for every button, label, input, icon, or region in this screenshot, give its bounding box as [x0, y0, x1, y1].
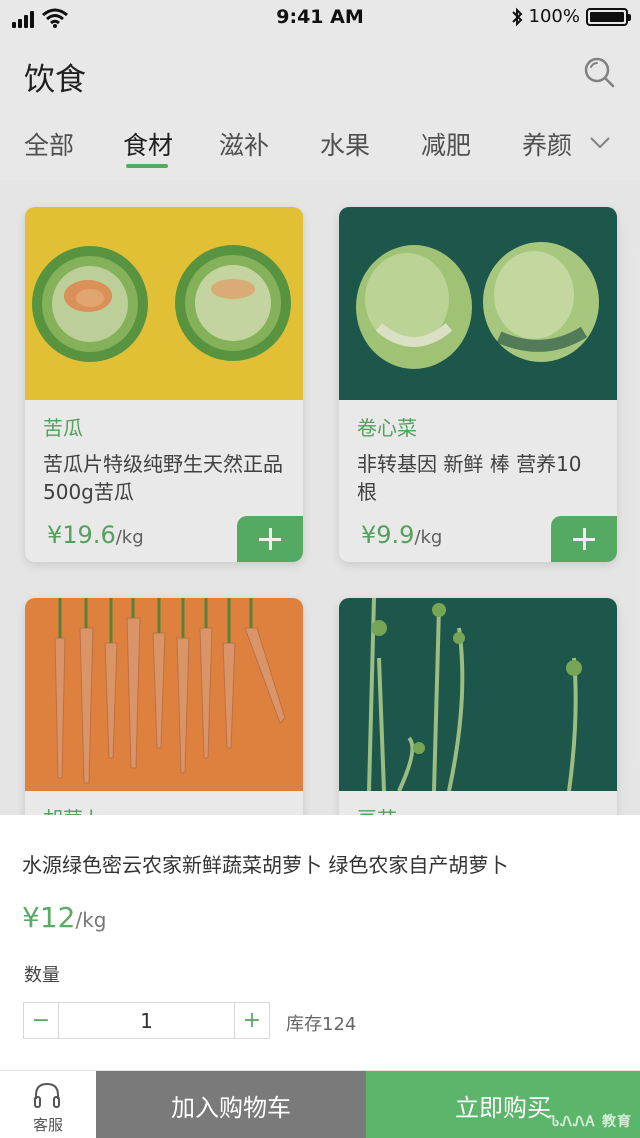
headset-icon [34, 1082, 60, 1108]
dim-overlay[interactable] [0, 0, 640, 815]
quantity-stepper: − 1 + [23, 1002, 270, 1039]
customer-service-button[interactable]: 客服 [0, 1071, 96, 1138]
sheet-price-value: ¥12 [22, 901, 76, 934]
quantity-value[interactable]: 1 [59, 1003, 234, 1038]
watermark-logo: ᏖᏁᏁᎪ 教育 [549, 1114, 632, 1130]
increase-button[interactable]: + [234, 1003, 269, 1038]
sheet-price-unit: /kg [75, 908, 107, 932]
sheet-product-price: ¥12/kg [22, 901, 106, 934]
buy-now-button[interactable]: 立即购买 ᏖᏁᏁᎪ 教育 [366, 1071, 640, 1138]
add-to-cart-main-button[interactable]: 加入购物车 [96, 1071, 366, 1138]
bottom-action-bar: 客服 加入购物车 立即购买 ᏖᏁᏁᎪ 教育 [0, 1070, 640, 1138]
purchase-sheet: 水源绿色密云农家新鲜蔬菜胡萝卜 绿色农家自产胡萝卜 ¥12/kg 数量 − 1 … [0, 815, 640, 1070]
buy-now-label: 立即购买 [455, 1093, 551, 1122]
stock-count: 库存124 [286, 1014, 357, 1035]
quantity-label: 数量 [24, 965, 60, 986]
decrease-button[interactable]: − [24, 1003, 59, 1038]
sheet-product-title: 水源绿色密云农家新鲜蔬菜胡萝卜 绿色农家自产胡萝卜 [22, 853, 509, 877]
customer-service-label: 客服 [32, 1116, 63, 1134]
